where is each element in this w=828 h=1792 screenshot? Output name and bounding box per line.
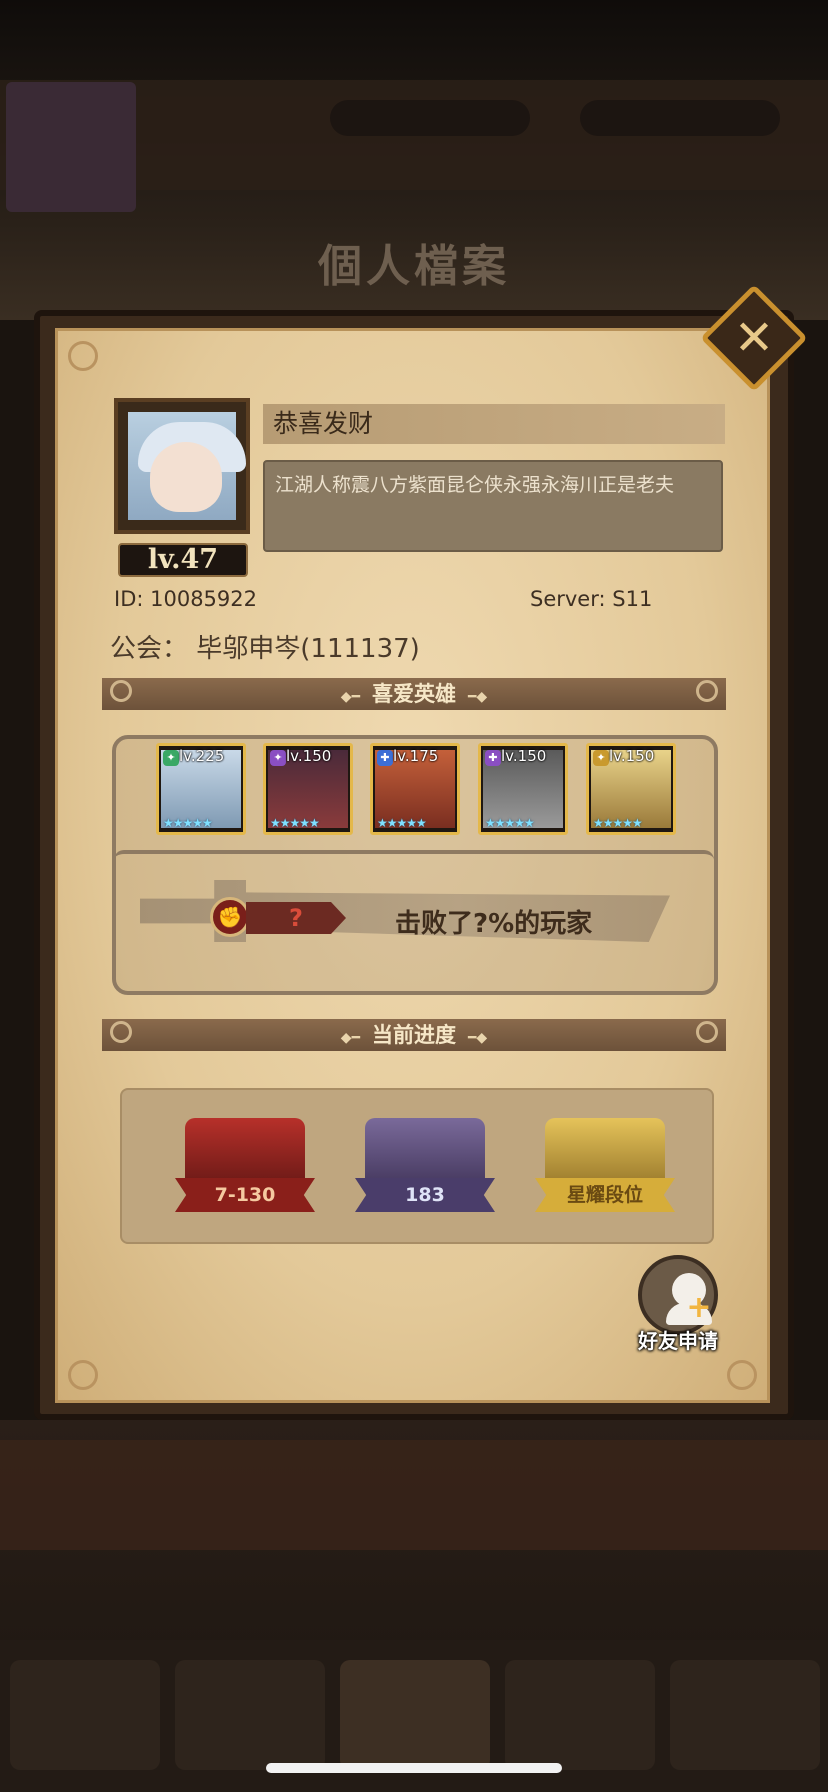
hero-level: lv.175: [393, 747, 439, 765]
plus-icon: +: [686, 1290, 712, 1325]
background-gold-counter: [330, 100, 530, 136]
current-progress-title: 当前进度: [372, 1023, 456, 1047]
hero-card[interactable]: ✚ lv.150 ★★★★★: [478, 743, 568, 835]
friend-request-label: 好友申请: [638, 1329, 718, 1353]
close-icon[interactable]: ✕: [716, 300, 792, 376]
hero-stars: ★★★★★: [163, 816, 213, 830]
hero-card[interactable]: ✦ lv.225 ★★★★★: [156, 743, 246, 835]
purple-class-icon: ✚: [485, 750, 501, 766]
rank-progress-badge[interactable]: 星耀段位: [525, 1110, 685, 1220]
gold-class-icon: ✦: [593, 750, 609, 766]
defeat-value-tag: ?: [246, 902, 346, 934]
campaign-progress-badge[interactable]: 7-130: [165, 1110, 325, 1220]
favorite-heroes-banner: ◆━ 喜爱英雄 ━◆: [102, 678, 726, 710]
background-tab: [505, 1660, 655, 1770]
background-tab: [10, 1660, 160, 1770]
purple-class-icon: ✦: [270, 750, 286, 766]
corner-ornament: [68, 1360, 98, 1390]
player-level-badge: lv.47: [118, 543, 248, 577]
player-guild: 公会： 毕邬申岑(111137): [110, 634, 420, 664]
tower-floor-label: 183: [355, 1178, 495, 1212]
hero-level: lv.150: [609, 747, 655, 765]
corner-ornament: [727, 1360, 757, 1390]
rank-label: 星耀段位: [535, 1178, 675, 1212]
hero-level: lv.225: [179, 747, 225, 765]
tower-progress-badge[interactable]: 183: [345, 1110, 505, 1220]
hero-stars: ★★★★★: [485, 816, 535, 830]
player-motto: 江湖人称震八方紫面昆仑侠永强永海川正是老夫: [263, 460, 723, 552]
hero-card[interactable]: ✚ lv.175 ★★★★★: [370, 743, 460, 835]
background-tab: [670, 1660, 820, 1770]
green-class-icon: ✦: [163, 750, 179, 766]
hero-stars: ★★★★★: [593, 816, 643, 830]
background-title: 個人檔案: [318, 241, 510, 292]
player-server: Server: S11: [530, 587, 653, 611]
hero-level: lv.150: [286, 747, 332, 765]
hero-card[interactable]: ✦ lv.150 ★★★★★: [586, 743, 676, 835]
background-gem-counter: [580, 100, 780, 136]
avatar: [114, 398, 250, 534]
hero-stars: ★★★★★: [377, 816, 427, 830]
background-tab: [340, 1660, 490, 1770]
corner-ornament: [68, 341, 98, 371]
hero-level: lv.150: [501, 747, 547, 765]
campaign-stage-label: 7-130: [175, 1178, 315, 1212]
player-id: ID: 10085922: [114, 587, 258, 611]
blue-class-icon: ✚: [377, 750, 393, 766]
background-avatar: [6, 82, 136, 212]
friend-request-button[interactable]: + 好友申请: [628, 1255, 728, 1365]
defeat-percentage-text: 击败了?%的玩家: [395, 909, 593, 939]
hero-stars: ★★★★★: [270, 816, 320, 830]
favorite-heroes-title: 喜爱英雄: [372, 682, 456, 706]
background-tab: [175, 1660, 325, 1770]
fist-icon: ✊: [210, 897, 250, 937]
background-row: [0, 1440, 828, 1550]
player-name: 恭喜发财: [263, 404, 725, 444]
home-indicator[interactable]: [266, 1763, 562, 1773]
hero-card[interactable]: ✦ lv.150 ★★★★★: [263, 743, 353, 835]
current-progress-banner: ◆━ 当前进度 ━◆: [102, 1019, 726, 1051]
